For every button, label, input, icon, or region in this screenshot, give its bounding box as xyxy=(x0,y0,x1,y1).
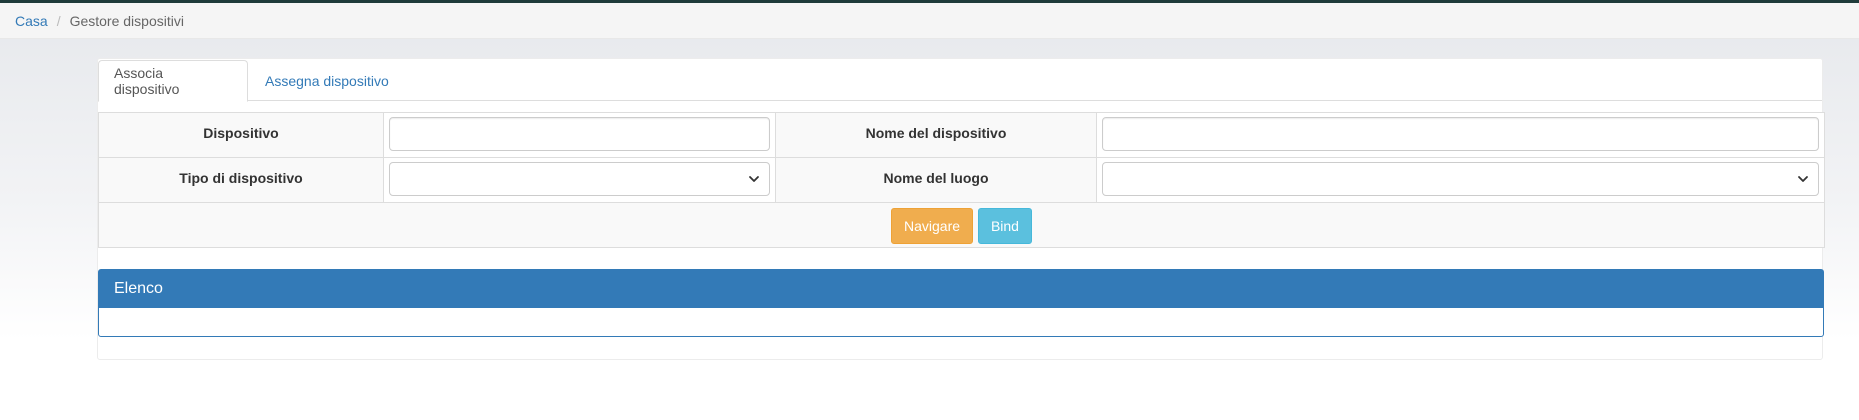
breadcrumb-home-link[interactable]: Casa xyxy=(15,13,48,29)
device-type-field-cell xyxy=(383,157,776,203)
form-actions-row: Navigare Bind xyxy=(98,202,1825,248)
breadcrumb: Casa / Gestore dispositivi xyxy=(0,3,1859,39)
device-type-label: Tipo di dispositivo xyxy=(98,157,384,203)
device-label: Dispositivo xyxy=(98,112,384,158)
device-input[interactable] xyxy=(389,117,770,151)
chevron-down-icon xyxy=(749,176,759,182)
bind-button[interactable]: Bind xyxy=(977,208,1032,244)
device-name-field-cell xyxy=(1096,112,1825,158)
breadcrumb-current: Gestore dispositivi xyxy=(69,12,184,29)
chevron-down-icon xyxy=(1798,176,1808,182)
list-panel: Elenco xyxy=(98,269,1824,337)
location-name-field-cell xyxy=(1096,157,1825,203)
device-manager-panel: Associa dispositivo Assegna dispositivo … xyxy=(97,58,1825,360)
breadcrumb-separator: / xyxy=(56,12,61,29)
location-name-select[interactable] xyxy=(1102,162,1819,196)
form-row: Dispositivo Nome del dispositivo xyxy=(98,112,1825,158)
tab-bar: Associa dispositivo Assegna dispositivo xyxy=(98,59,1822,102)
form-actions-cell: Navigare Bind xyxy=(98,202,1825,248)
list-panel-title: Elenco xyxy=(99,270,1823,308)
device-name-input[interactable] xyxy=(1102,117,1819,151)
device-form-table: Dispositivo Nome del dispositivo Tipo di… xyxy=(98,112,1825,248)
location-name-label: Nome del luogo xyxy=(775,157,1097,203)
device-type-select[interactable] xyxy=(389,162,770,196)
device-field-cell xyxy=(383,112,776,158)
tab-associate-device[interactable]: Associa dispositivo xyxy=(98,60,248,102)
form-row: Tipo di dispositivo Nome del luogo xyxy=(98,157,1825,203)
navigate-button[interactable]: Navigare xyxy=(891,208,974,244)
device-name-label: Nome del dispositivo xyxy=(775,112,1097,158)
tab-assign-device[interactable]: Assegna dispositivo xyxy=(250,60,404,102)
